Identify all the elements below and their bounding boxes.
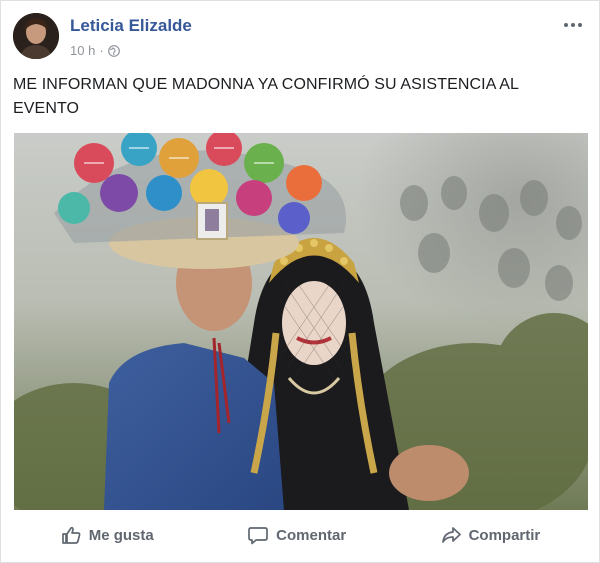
- meta-separator: ·: [99, 43, 104, 58]
- facebook-post: Leticia Elizalde 10 h · ME INFORMAN QUE …: [0, 0, 600, 563]
- post-photo[interactable]: [14, 133, 588, 510]
- share-button[interactable]: Compartir: [426, 518, 555, 552]
- author-name[interactable]: Leticia Elizalde: [70, 16, 192, 36]
- comment-label: Comentar: [276, 526, 347, 544]
- dot-icon: [571, 23, 575, 27]
- post-text: ME INFORMAN QUE MADONNA YA CONFIRMÓ SU A…: [13, 76, 519, 117]
- more-options-button[interactable]: [559, 15, 587, 35]
- post-meta: 10 h ·: [70, 43, 120, 58]
- post-time[interactable]: 10 h: [70, 43, 95, 58]
- post-header: Leticia Elizalde 10 h ·: [13, 13, 587, 65]
- comment-icon: [248, 527, 268, 545]
- dot-icon: [578, 23, 582, 27]
- dot-icon: [564, 23, 568, 27]
- share-icon: [441, 527, 461, 543]
- comment-button[interactable]: Comentar: [233, 518, 360, 552]
- action-bar: Me gusta Comentar Compartir: [13, 515, 587, 555]
- avatar[interactable]: [13, 13, 59, 59]
- thumbs-up-icon: [61, 526, 81, 544]
- like-button[interactable]: Me gusta: [46, 518, 168, 552]
- share-label: Compartir: [468, 526, 541, 544]
- globe-icon[interactable]: [107, 44, 120, 57]
- like-label: Me gusta: [88, 526, 154, 544]
